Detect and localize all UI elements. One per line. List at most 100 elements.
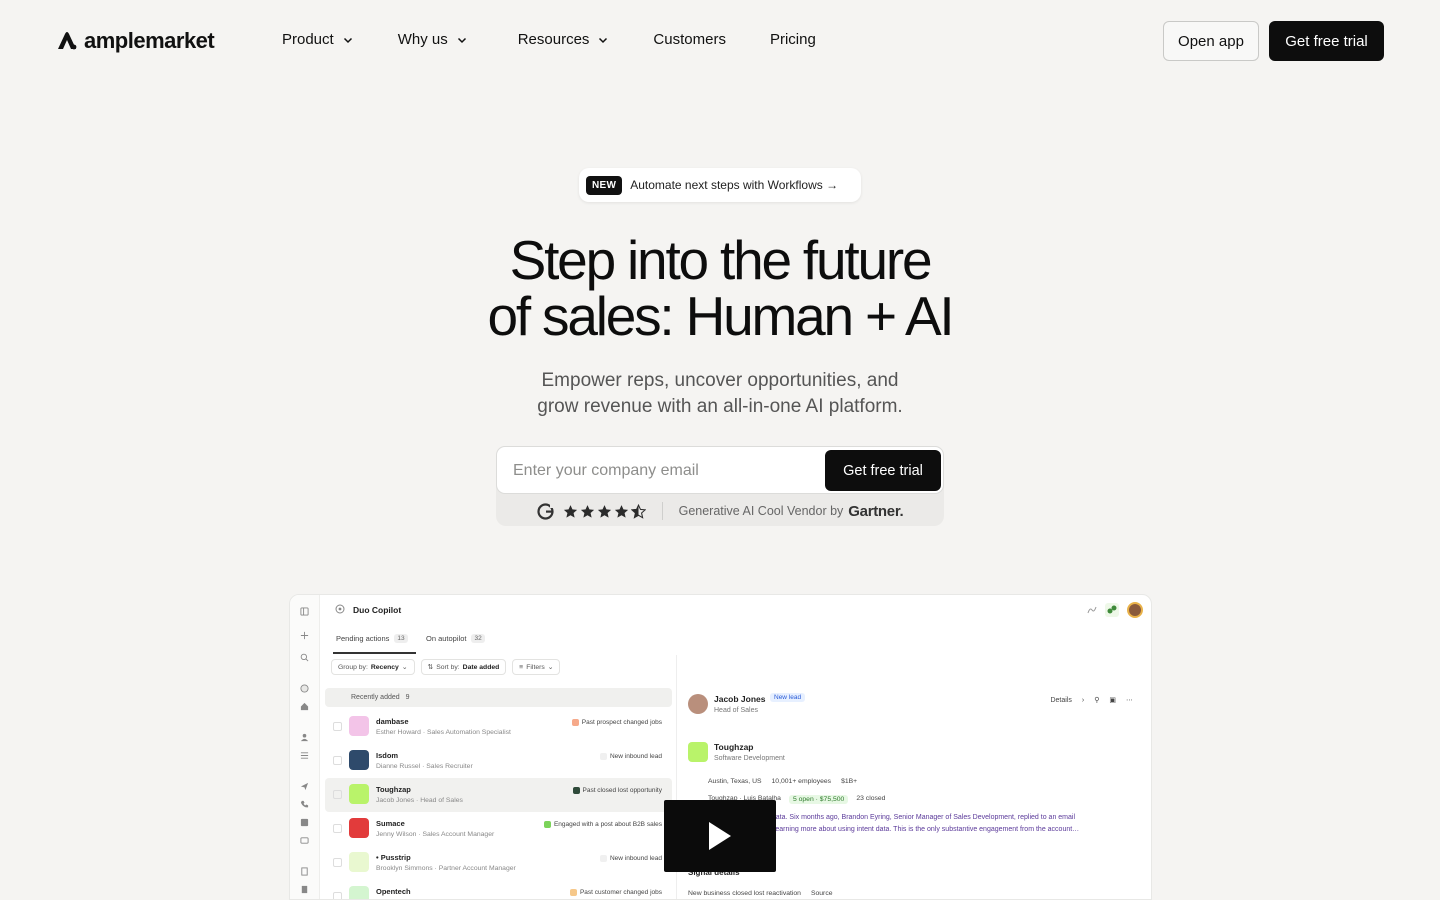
lead-row-selected[interactable]: Toughzap Jacob Jones · Head of Sales Pas… xyxy=(325,778,672,812)
contact-line: Brooklyn Simmons · Partner Account Manag… xyxy=(376,865,516,872)
company-name: Isdom xyxy=(376,751,399,760)
header-actions xyxy=(1087,602,1143,618)
preview-header: Duo Copilot xyxy=(321,595,1151,625)
signal-tag: Past prospect changed jobs xyxy=(571,719,662,726)
company-name: Toughzap xyxy=(376,785,411,794)
contact-line: Esther Howard · Sales Automation Special… xyxy=(376,729,511,736)
signal-row: New business closed lost reactivation So… xyxy=(688,890,833,897)
nav-customers[interactable]: Customers xyxy=(653,31,726,48)
company-email-input[interactable] xyxy=(513,460,813,482)
signup-form: Get free trial Generative AI Cool Vendor… xyxy=(496,446,944,526)
sort-icon: ⇅ xyxy=(427,664,434,671)
star-icon xyxy=(580,504,594,518)
logo-mark-icon xyxy=(58,32,77,50)
subtitle-line-1: Empower reps, uncover opportunities, and xyxy=(541,370,899,391)
sort-by-dropdown[interactable]: ⇅ Sort by: Date added xyxy=(420,659,507,675)
tab-pending-actions[interactable]: Pending actions 13 xyxy=(336,634,408,643)
row-checkbox[interactable] xyxy=(333,824,342,833)
workflows-announcement-badge[interactable]: NEW Automate next steps with Workflows → xyxy=(579,168,861,202)
group-label: Recently added xyxy=(351,694,400,701)
tab-count: 32 xyxy=(471,634,485,643)
signal-text: New inbound lead xyxy=(609,855,662,862)
nav-why-us-label: Why us xyxy=(397,31,448,48)
signal-tag: New inbound lead xyxy=(599,855,662,862)
source-link[interactable]: Source xyxy=(811,890,833,897)
nav-resources[interactable]: Resources xyxy=(518,31,610,48)
chevron-down-icon: ⌄ xyxy=(547,664,554,671)
contact-line: Jenny Wilson · Sales Account Manager xyxy=(376,831,495,838)
row-checkbox[interactable] xyxy=(333,790,342,799)
nav-free-trial-button[interactable]: Get free trial xyxy=(1269,21,1384,61)
nav-links: Product Why us Resources Customers Prici… xyxy=(282,31,816,48)
tag-dot xyxy=(599,855,607,862)
insight-line-1: t data. Six months ago, Brandon Eyring, … xyxy=(768,814,1076,821)
lead-row[interactable]: Sumace Jenny Wilson · Sales Account Mana… xyxy=(325,812,672,846)
row-checkbox[interactable] xyxy=(333,858,342,867)
more-icon[interactable]: ⋯ xyxy=(1126,696,1133,704)
lead-list: dambase Esther Howard · Sales Automation… xyxy=(325,710,672,899)
person-role: Head of Sales xyxy=(714,707,758,714)
preview-tabs: Pending actions 13 On autopilot 32 xyxy=(321,625,1151,655)
signal-tag: Past customer changed jobs xyxy=(569,889,662,896)
lead-row[interactable]: Isdom Dianne Russel · Sales Recruiter Ne… xyxy=(325,744,672,778)
nav-resources-label: Resources xyxy=(517,31,590,48)
new-lead-badge: New lead xyxy=(770,693,806,702)
panel-toggle-icon xyxy=(300,607,309,616)
headline-line-2: of sales: Human + AI xyxy=(487,285,954,347)
signal-text: Past prospect changed jobs xyxy=(581,719,662,726)
home-icon xyxy=(300,702,309,711)
nav-product[interactable]: Product xyxy=(282,31,354,48)
hero-free-trial-button[interactable]: Get free trial xyxy=(825,450,941,491)
contacts-icon xyxy=(300,733,309,742)
headline-line-1: Step into the future xyxy=(509,229,933,291)
docs-icon xyxy=(301,885,308,894)
row-checkbox[interactable] xyxy=(333,722,342,731)
lead-row[interactable]: dambase Esther Howard · Sales Automation… xyxy=(325,710,672,744)
nav-pricing[interactable]: Pricing xyxy=(770,31,816,48)
hubspot-icon[interactable]: ⚲ xyxy=(1094,696,1099,704)
new-tag: NEW xyxy=(586,175,623,195)
chevron-down-icon xyxy=(343,37,352,43)
star-icon xyxy=(563,504,577,518)
revenue-text: $1B+ xyxy=(841,778,858,785)
ai-insight: t data. Six months ago, Brandon Eyring, … xyxy=(768,812,1138,836)
row-checkbox[interactable] xyxy=(333,892,342,899)
tab-on-autopilot[interactable]: On autopilot 32 xyxy=(426,634,485,643)
company-meta: Austin, Texas, US 10,001+ employees $1B+ xyxy=(708,778,857,785)
copilot-icon xyxy=(335,604,345,614)
vendor-text: Generative AI Cool Vendor by xyxy=(678,504,844,518)
group-by-value: Recency xyxy=(370,663,399,671)
signal-text: Engaged with a post about B2B sales xyxy=(553,821,662,828)
list-icon xyxy=(300,752,309,759)
active-tab-indicator xyxy=(333,652,416,654)
employees-text: 10,001+ employees xyxy=(771,778,832,785)
filters-dropdown[interactable]: ≡ Filters ⌄ xyxy=(512,659,561,675)
details-link[interactable]: Details xyxy=(1050,697,1071,704)
company-logo xyxy=(349,886,369,899)
lead-row[interactable]: Opentech Past customer changed jobs xyxy=(325,880,672,899)
preview-sidebar-rail xyxy=(290,595,320,899)
lead-row[interactable]: • Pusstrip Brooklyn Simmons · Partner Ac… xyxy=(325,846,672,880)
nav-pricing-label: Pricing xyxy=(769,31,816,48)
recently-added-group[interactable]: Recently added 9 xyxy=(325,688,672,707)
company-name: Opentech xyxy=(376,887,411,896)
sort-by-prefix: Sort by: xyxy=(436,663,460,671)
group-by-dropdown[interactable]: Group by: Recency ⌄ xyxy=(331,659,415,675)
wave-icon xyxy=(1087,606,1097,614)
half-star-icon xyxy=(630,503,646,519)
tag-dot xyxy=(543,821,551,828)
chevron-down-icon xyxy=(599,37,608,43)
play-video-button[interactable] xyxy=(664,800,776,872)
user-avatar[interactable] xyxy=(1127,602,1143,618)
briefcase-icon[interactable]: ▣ xyxy=(1109,696,1116,704)
send-icon xyxy=(300,782,309,791)
amplemarket-logo[interactable]: amplemarket xyxy=(56,28,215,54)
person-actions: Details › ⚲ ▣ ⋯ xyxy=(1050,696,1133,705)
contact-line: Dianne Russel · Sales Recruiter xyxy=(376,763,473,770)
row-checkbox[interactable] xyxy=(333,756,342,765)
nav-customers-label: Customers xyxy=(653,31,726,48)
company-name: Toughzap xyxy=(714,742,754,752)
open-app-button[interactable]: Open app xyxy=(1163,21,1259,61)
nav-why-us[interactable]: Why us xyxy=(398,31,468,48)
filter-icon: ≡ xyxy=(519,663,524,671)
